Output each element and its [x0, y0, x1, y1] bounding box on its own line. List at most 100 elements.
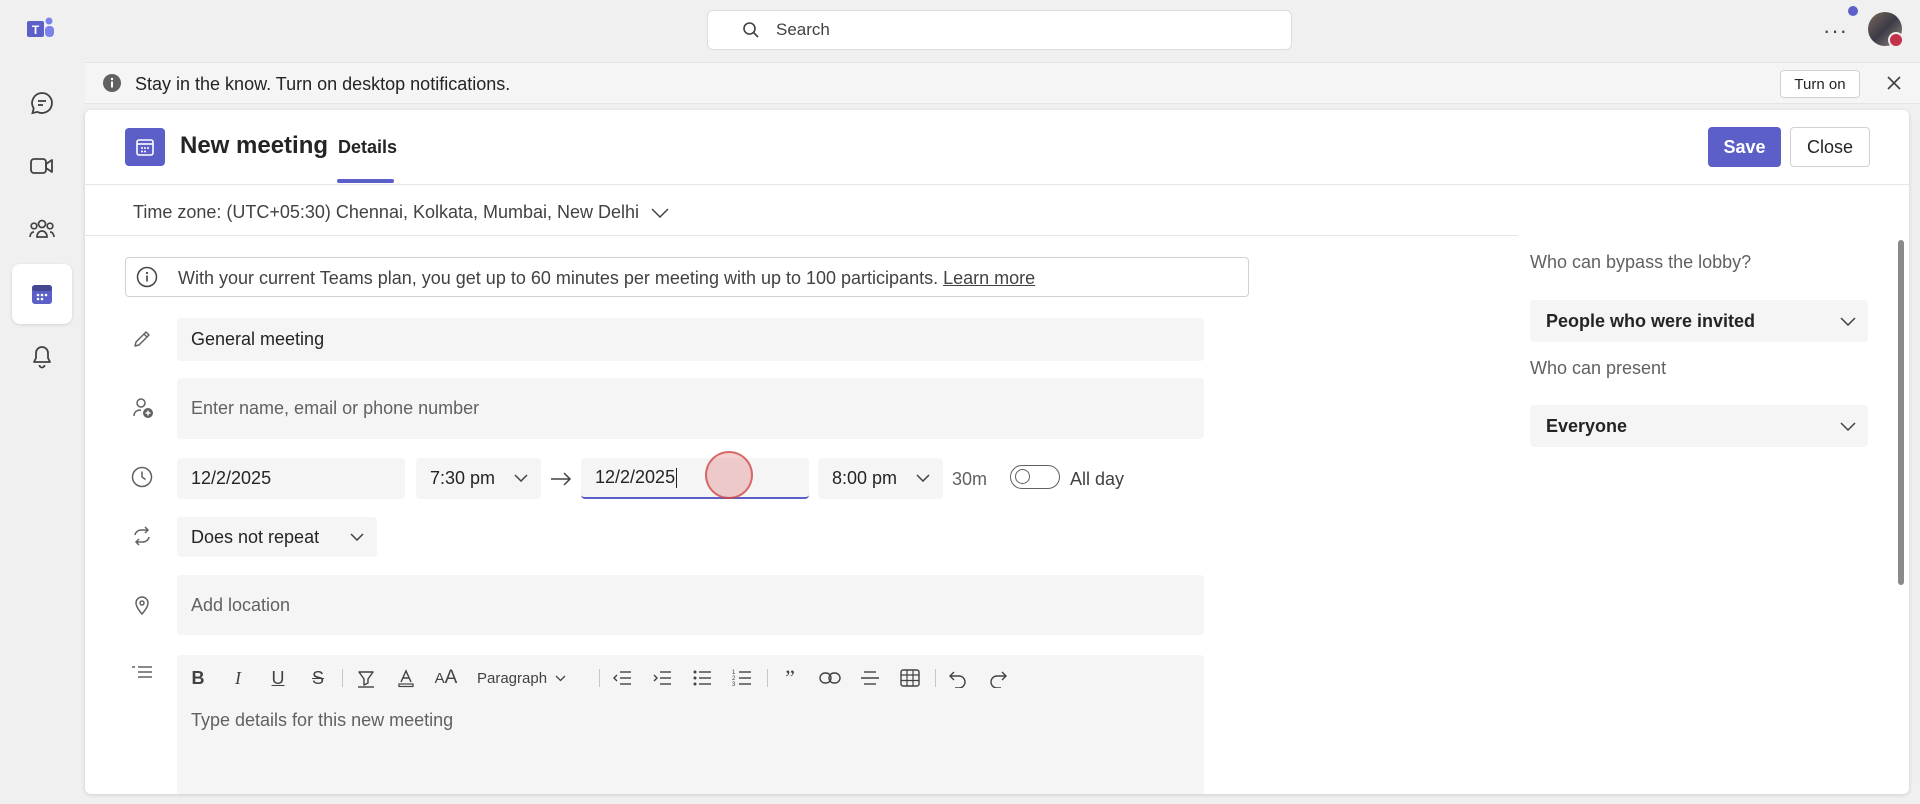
calendar-icon: [30, 282, 54, 306]
bell-icon: [30, 344, 54, 370]
numbered-list-icon[interactable]: 123: [729, 665, 755, 691]
who-can-present-label: Who can present: [1530, 358, 1667, 378]
chevron-down-icon: [916, 474, 930, 482]
calendar-icon: [125, 128, 165, 166]
clock-icon: [131, 466, 153, 488]
who-can-present-dropdown[interactable]: Everyone: [1530, 405, 1868, 447]
scrollbar[interactable]: [1898, 240, 1904, 585]
search-box[interactable]: Search: [707, 10, 1292, 50]
duration-label: 30m: [952, 469, 988, 489]
horizontal-rule-icon[interactable]: [857, 665, 883, 691]
toolbar-separator: [767, 669, 768, 687]
teams-logo: T: [27, 16, 55, 42]
quote-icon[interactable]: ”: [777, 665, 803, 691]
notification-banner: Stay in the know. Turn on desktop notifi…: [85, 62, 1920, 104]
chevron-down-icon: [350, 533, 364, 541]
end-time-dropdown[interactable]: 8:00 pm: [818, 458, 943, 499]
save-button[interactable]: Save: [1708, 127, 1781, 167]
tab-details[interactable]: Details: [338, 137, 397, 158]
highlight-icon[interactable]: [353, 665, 379, 691]
bold-icon[interactable]: B: [185, 665, 211, 691]
plan-info-box: With your current Teams plan, you get up…: [125, 257, 1249, 297]
all-day-label: All day: [1070, 469, 1125, 489]
repeat-icon: [131, 525, 153, 547]
location-placeholder: Add location: [191, 594, 291, 615]
chevron-down-icon: [514, 474, 528, 482]
pencil-icon: [131, 328, 153, 350]
attendees-placeholder: Enter name, email or phone number: [191, 398, 480, 418]
all-day-toggle[interactable]: [1010, 465, 1060, 489]
location-input[interactable]: Add location: [177, 575, 1204, 635]
font-color-icon[interactable]: [393, 665, 419, 691]
details-editor[interactable]: B I U S AA Paragraph 123 ” Type details …: [177, 655, 1204, 794]
activity-rail-button[interactable]: [12, 327, 72, 387]
chat-rail-button[interactable]: [12, 73, 72, 133]
timezone-label: Time zone: (UTC+05:30) Chennai, Kolkata,…: [133, 202, 640, 222]
end-time-value: 8:00 pm: [832, 468, 898, 488]
decrease-indent-icon[interactable]: [609, 665, 635, 691]
repeat-value: Does not repeat: [191, 526, 320, 547]
people-group-icon: [28, 217, 56, 241]
avatar[interactable]: [1868, 12, 1904, 48]
font-size-icon[interactable]: AA: [433, 665, 459, 691]
who-can-present-value: Everyone: [1546, 415, 1628, 436]
meeting-form-card: New meeting Details Save Close Time zone…: [85, 110, 1909, 794]
video-camera-icon: [29, 155, 55, 177]
start-date-input[interactable]: 12/2/2025: [177, 458, 405, 499]
meeting-title-input[interactable]: General meeting: [177, 318, 1204, 361]
strikethrough-icon[interactable]: S: [305, 665, 331, 691]
search-icon: [742, 21, 760, 39]
toolbar-separator: [599, 669, 600, 687]
redo-icon[interactable]: [985, 665, 1011, 691]
toolbar-separator: [935, 669, 936, 687]
paragraph-style-dropdown[interactable]: Paragraph: [477, 665, 587, 691]
undo-icon[interactable]: [945, 665, 971, 691]
chevron-down-icon: [651, 207, 669, 218]
add-person-icon: [131, 396, 153, 418]
presence-busy-badge: [1888, 32, 1904, 48]
increase-indent-icon[interactable]: [649, 665, 675, 691]
more-options-icon[interactable]: ···: [1823, 18, 1848, 44]
arrow-right-icon: [550, 472, 572, 486]
info-icon: [102, 73, 122, 93]
bypass-lobby-value: People who were invited: [1546, 310, 1756, 331]
plan-info-text: With your current Teams plan, you get up…: [178, 268, 1035, 289]
start-time-value: 7:30 pm: [430, 468, 496, 488]
svg-text:T: T: [32, 23, 40, 37]
bypass-lobby-dropdown[interactable]: People who were invited: [1530, 300, 1868, 342]
table-icon[interactable]: [897, 665, 923, 691]
notification-dot: [1848, 6, 1858, 16]
details-placeholder: Type details for this new meeting: [191, 710, 454, 730]
close-button[interactable]: Close: [1790, 127, 1870, 167]
text-description-icon: [131, 665, 153, 687]
page-title: New meeting: [180, 132, 329, 159]
divider: [85, 235, 1518, 236]
end-date-value: 12/2/2025: [595, 467, 676, 487]
turn-on-button[interactable]: Turn on: [1780, 70, 1860, 98]
learn-more-link[interactable]: Learn more: [943, 268, 1035, 288]
start-date-value: 12/2/2025: [191, 468, 272, 488]
timezone-selector[interactable]: Time zone: (UTC+05:30) Chennai, Kolkata,…: [133, 202, 669, 223]
chat-icon: [29, 90, 55, 116]
toggle-knob: [1015, 469, 1030, 484]
meet-rail-button[interactable]: [12, 136, 72, 196]
repeat-dropdown[interactable]: Does not repeat: [177, 517, 377, 557]
meeting-header: New meeting Details Save Close: [85, 110, 1909, 185]
bulleted-list-icon[interactable]: [689, 665, 715, 691]
paragraph-style-value: Paragraph: [477, 669, 548, 687]
link-icon[interactable]: [817, 665, 843, 691]
calendar-rail-button[interactable]: [12, 264, 72, 324]
communities-rail-button[interactable]: [12, 199, 72, 259]
toolbar-separator: [342, 669, 343, 687]
start-time-dropdown[interactable]: 7:30 pm: [416, 458, 541, 499]
text-cursor: [676, 467, 678, 488]
underline-icon[interactable]: U: [265, 665, 291, 691]
chevron-down-icon: [1840, 422, 1856, 431]
meeting-title-value: General meeting: [191, 329, 325, 349]
end-date-input[interactable]: 12/2/2025: [581, 458, 809, 499]
tab-active-indicator: [337, 179, 394, 183]
close-icon[interactable]: [1886, 75, 1902, 91]
chevron-down-icon: [555, 675, 566, 682]
attendees-input[interactable]: Enter name, email or phone number: [177, 378, 1204, 439]
italic-icon[interactable]: I: [225, 665, 251, 691]
